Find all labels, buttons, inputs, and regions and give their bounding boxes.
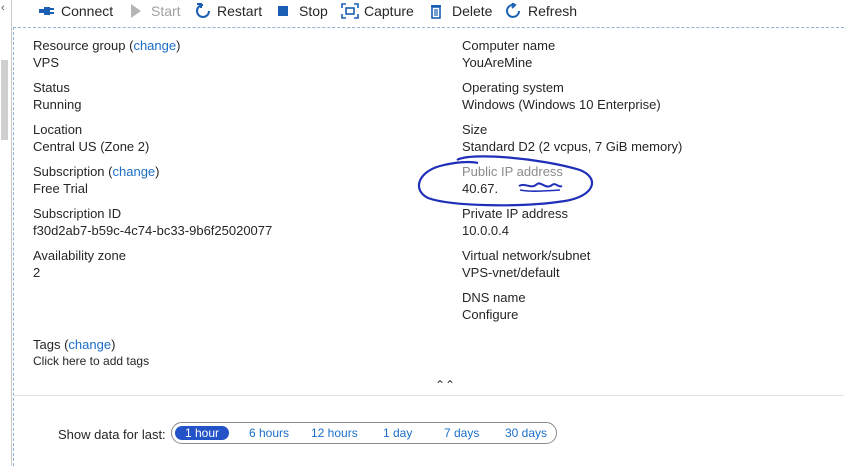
delete-button[interactable]: Delete [429,1,492,21]
delete-label: Delete [452,3,493,19]
computer-name-value: YouAreMine [462,55,533,70]
size-label: Size [462,122,488,137]
status-field: Status Running [33,79,81,113]
subscription-id-field: Subscription ID f30d2ab7-b59c-4c74-bc33-… [33,205,272,239]
stop-label: Stop [299,3,328,19]
restart-label: Restart [217,3,263,19]
resource-group-value[interactable]: VPS [33,54,180,71]
size-field: Size Standard D2 (2 vcpus, 7 GiB memory) [462,121,682,155]
start-button[interactable]: Start [128,1,181,21]
scrollbar[interactable] [1,60,8,140]
blade-left-edge: ‹ [0,0,12,466]
tags-label: Tags (change) [33,337,116,352]
computer-name-label: Computer name [462,38,556,53]
subscription-value[interactable]: Free Trial [33,180,160,197]
public-ip-field: Public IP address 40.67. [462,163,563,197]
public-ip-label: Public IP address [462,164,563,179]
subscription-change-link[interactable]: change [113,164,156,179]
tags-field: Tags (change) Click here to add tags [33,336,149,370]
subscription-id-label: Subscription ID [33,206,122,221]
size-value: Standard D2 (2 vcpus, 7 GiB memory) [462,139,683,154]
plug-icon [38,3,56,19]
location-value: Central US (Zone 2) [33,139,150,154]
subscription-field: Subscription (change) Free Trial [33,163,160,197]
subscription-id-value: f30d2ab7-b59c-4c74-bc33-9b6f25020077 [33,223,273,238]
vnet-field: Virtual network/subnet VPS-vnet/default [462,247,590,281]
timerange-label: Show data for last: [58,427,166,442]
section-divider [13,395,844,396]
resource-group-change-link[interactable]: change [133,38,176,53]
focus-outline-top [13,27,844,28]
public-ip-value[interactable]: 40.67. [462,180,563,197]
command-bar: Connect Start Restart Stop Capture Delet… [0,0,844,22]
status-label: Status [33,80,70,95]
restart-icon [194,3,212,19]
timerange-option-1h[interactable]: 1 hour [175,426,230,440]
location-field: Location Central US (Zone 2) [33,121,149,155]
capture-icon [341,3,359,19]
add-tags-link[interactable]: Click here to add tags [33,353,149,370]
capture-label: Capture [364,3,414,19]
play-icon [128,3,146,19]
dns-configure-link[interactable]: Configure [462,306,526,323]
tags-change-link[interactable]: change [68,337,111,352]
connect-label: Connect [61,3,114,19]
os-value: Windows (Windows 10 Enterprise) [462,97,661,112]
availability-zone-field: Availability zone 2 [33,247,126,281]
status-value: Running [33,97,82,112]
connect-button[interactable]: Connect [38,1,113,21]
dns-field: DNS name Configure [462,289,526,323]
availability-zone-label: Availability zone [33,248,126,263]
resource-group-field: Resource group (change) VPS [33,37,180,71]
computer-name-field: Computer name YouAreMine [462,37,555,71]
start-label: Start [151,3,181,19]
timerange-selector: 1 hour 6 hours 12 hours 1 day 7 days 30 … [171,422,557,444]
refresh-button[interactable]: Refresh [505,1,577,21]
availability-zone-value: 2 [33,265,41,280]
vnet-label: Virtual network/subnet [462,248,591,263]
timerange-option-1d[interactable]: 1 day [383,426,412,440]
stop-icon [276,3,294,19]
vnet-value[interactable]: VPS-vnet/default [462,264,590,281]
private-ip-label: Private IP address [462,206,568,221]
collapse-chevron-icon[interactable]: ⌃⌃ [435,378,455,392]
subscription-label: Subscription (change) [33,164,160,179]
restart-button[interactable]: Restart [194,1,262,21]
redacted-ip-scribble [498,183,550,193]
dns-label: DNS name [462,290,526,305]
os-label: Operating system [462,80,564,95]
timerange-option-7d[interactable]: 7 days [444,426,479,440]
timerange-option-12h[interactable]: 12 hours [311,426,358,440]
capture-button[interactable]: Capture [341,1,414,21]
trash-icon [429,3,447,19]
focus-outline-left [13,27,14,466]
location-label: Location [33,122,83,137]
refresh-label: Refresh [528,3,578,19]
resource-group-label: Resource group (change) [33,38,181,53]
timerange-option-6h[interactable]: 6 hours [249,426,289,440]
refresh-icon [505,3,523,19]
private-ip-field: Private IP address 10.0.0.4 [462,205,568,239]
timerange-option-30d[interactable]: 30 days [505,426,547,440]
stop-button[interactable]: Stop [276,1,328,21]
private-ip-value: 10.0.0.4 [462,223,509,238]
os-field: Operating system Windows (Windows 10 Ent… [462,79,661,113]
